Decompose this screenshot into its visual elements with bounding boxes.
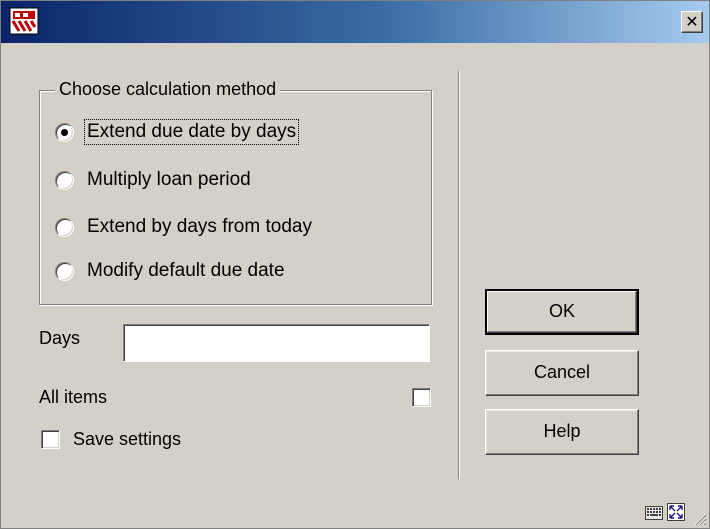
radio-extend-due-date[interactable]: Extend due date by days — [55, 117, 300, 147]
close-icon: ✕ — [685, 12, 699, 31]
cancel-button[interactable]: Cancel — [485, 350, 639, 396]
radio-button[interactable] — [55, 217, 74, 237]
radio-button[interactable] — [55, 170, 74, 190]
save-settings-checkbox[interactable] — [41, 430, 60, 449]
help-button[interactable]: Help — [485, 409, 639, 455]
library-app-icon — [9, 7, 39, 35]
radio-label: Modify default due date — [87, 260, 285, 281]
radio-label: Multiply loan period — [87, 169, 251, 190]
resize-window-icon[interactable] — [667, 503, 685, 521]
save-settings-label: Save settings — [73, 429, 182, 449]
radio-button[interactable] — [55, 261, 74, 281]
days-input[interactable] — [123, 324, 430, 362]
close-button[interactable]: ✕ — [681, 11, 703, 33]
group-legend: Choose calculation method — [55, 78, 281, 100]
radio-label: Extend by days from today — [87, 216, 312, 237]
dialog-window: ✕ Choose calculation method Extend due d… — [0, 0, 710, 529]
title-bar[interactable]: ✕ — [1, 1, 709, 43]
radio-modify-default-due-date[interactable]: Modify default due date — [55, 256, 287, 286]
ok-button[interactable]: OK — [485, 289, 639, 335]
radio-label: Extend due date by days — [83, 119, 300, 145]
all-items-label: All items — [39, 387, 108, 407]
vertical-separator — [458, 71, 460, 479]
days-label: Days — [39, 328, 81, 348]
radio-button-checked[interactable] — [55, 122, 74, 142]
all-items-checkbox[interactable] — [412, 388, 431, 407]
keyboard-icon[interactable] — [645, 506, 663, 520]
radio-extend-from-today[interactable]: Extend by days from today — [55, 212, 314, 242]
radio-multiply-loan-period[interactable]: Multiply loan period — [55, 165, 253, 195]
size-grip-icon[interactable] — [691, 510, 707, 526]
